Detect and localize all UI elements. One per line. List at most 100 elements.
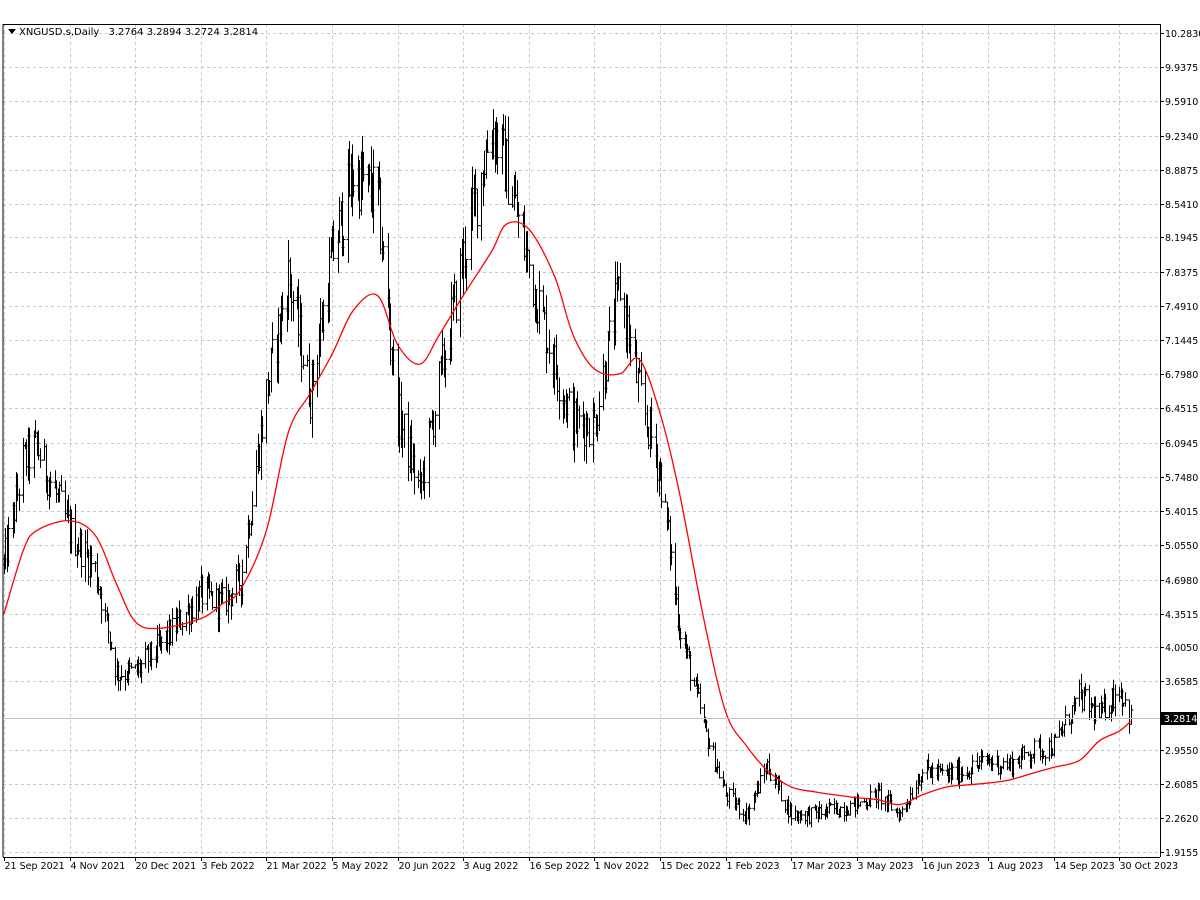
x-axis-labels: 21 Sep 2021 4 Nov 2021 20 Dec 2021 3 Feb 20… [4, 857, 1179, 872]
price-bar [900, 806, 905, 817]
price-bar [244, 544, 249, 574]
price-bar [711, 742, 716, 751]
price-bar [427, 417, 432, 498]
price-bar [506, 116, 511, 205]
y-tick-label: 6.7980 [1165, 370, 1198, 381]
price-bar [731, 782, 736, 797]
price-bar [862, 799, 867, 803]
moving-average-layer [3, 221, 1132, 806]
price-bar [454, 280, 459, 324]
price-bar [622, 292, 627, 329]
price-bar [1026, 751, 1031, 757]
price-bar [758, 768, 763, 794]
x-tick-label: 30 Oct 2023 [1120, 861, 1179, 872]
moving-average-line [3, 221, 1132, 806]
price-bar [1117, 686, 1122, 703]
price-bar [848, 800, 853, 816]
x-tick-label: 21 Sep 2021 [5, 861, 65, 872]
x-tick-label: 1 Feb 2023 [727, 861, 780, 872]
y-tick-label: 7.8375 [1165, 268, 1198, 279]
open-value: 3.2764 [108, 27, 144, 38]
low-value: 3.2724 [184, 27, 220, 38]
y-tick-label: 8.5410 [1165, 200, 1198, 211]
price-bar [103, 603, 108, 623]
x-tick-label: 3 May 2023 [858, 861, 914, 872]
x-tick-label: 3 Feb 2022 [202, 861, 255, 872]
x-tick-label: 16 Sep 2022 [530, 861, 590, 872]
price-bar [940, 763, 945, 776]
y-tick-label: 5.7480 [1165, 473, 1198, 484]
price-bar [119, 665, 124, 681]
y-tick-label: 8.1945 [1165, 233, 1198, 244]
price-bar [475, 188, 480, 239]
price-bar [17, 488, 22, 512]
close-value: 3.2814 [223, 27, 259, 38]
price-bar [269, 347, 274, 393]
price-bar [567, 387, 572, 401]
price-bar [531, 264, 536, 308]
price-bar [301, 355, 306, 370]
price-bar [402, 413, 407, 448]
symbol-header: XNGUSD.s,Daily 3.2764 3.2894 3.2724 3.28… [8, 27, 258, 38]
price-bar [416, 470, 421, 489]
price-bar [449, 281, 454, 362]
price-bar [194, 586, 199, 623]
price-bar [639, 351, 644, 386]
y-tick-label: 4.3515 [1165, 610, 1198, 621]
collapse-triangle-icon[interactable] [8, 29, 16, 34]
x-tick-label: 20 Dec 2021 [136, 861, 197, 872]
price-bar [38, 448, 43, 468]
price-bar [803, 810, 808, 825]
price-bar [21, 437, 26, 503]
price-bar [458, 248, 463, 338]
x-tick-label: 3 Aug 2022 [464, 861, 519, 872]
price-bar [938, 763, 943, 773]
price-bar [1127, 699, 1132, 734]
x-tick-label: 15 Dec 2022 [661, 861, 722, 872]
price-bar [819, 804, 824, 820]
price-bar [406, 401, 411, 482]
y-tick-label: 6.0945 [1165, 439, 1198, 450]
x-tick-label: 17 Mar 2023 [792, 861, 852, 872]
price-bar [1043, 755, 1048, 766]
y-tick-label: 2.6085 [1165, 780, 1198, 791]
price-chart[interactable]: 10.2830 9.9375 9.5910 9.2340 8.8875 8.5410 8.1… [0, 0, 1200, 900]
price-bar [858, 801, 863, 807]
y-axis-labels: 10.2830 9.9375 9.5910 9.2340 8.8875 8.5410 8.1… [1160, 29, 1200, 859]
chart-axes [2, 24, 1161, 858]
price-bar [883, 796, 888, 812]
y-tick-label: 8.8875 [1165, 166, 1198, 177]
y-tick-label: 3.6585 [1165, 677, 1198, 688]
price-bar [1107, 705, 1112, 720]
price-bar [1063, 705, 1068, 726]
price-bar [83, 530, 88, 582]
price-bar [587, 417, 592, 448]
x-tick-label: 1 Aug 2023 [989, 861, 1044, 872]
price-bar [59, 475, 64, 492]
y-tick-label: 7.4910 [1165, 302, 1198, 313]
x-tick-label: 21 Mar 2022 [267, 861, 327, 872]
symbol-name: XNGUSD.s,Daily [19, 27, 100, 38]
price-bar [437, 361, 442, 430]
y-tick-label: 9.5910 [1165, 97, 1198, 108]
price-bar [42, 438, 47, 461]
price-bar [264, 379, 269, 444]
price-bar [910, 787, 915, 799]
price-bar [1097, 702, 1102, 719]
y-tick-label: 10.2830 [1165, 29, 1200, 40]
price-bar [155, 625, 160, 663]
x-tick-label: 16 Jun 2023 [923, 861, 980, 872]
y-tick-label: 7.1445 [1165, 336, 1198, 347]
x-tick-label: 5 May 2022 [333, 861, 389, 872]
x-tick-label: 20 Jun 2022 [399, 861, 456, 872]
price-bar [908, 786, 913, 806]
price-bar [146, 644, 151, 673]
price-bar [663, 494, 668, 503]
price-bar [527, 249, 532, 279]
price-bar [832, 798, 837, 815]
y-tick-label: 9.2340 [1165, 132, 1198, 143]
price-bar [698, 683, 703, 715]
price-bar [827, 798, 832, 814]
chart-grid [3, 24, 1160, 857]
price-bar [537, 271, 542, 335]
